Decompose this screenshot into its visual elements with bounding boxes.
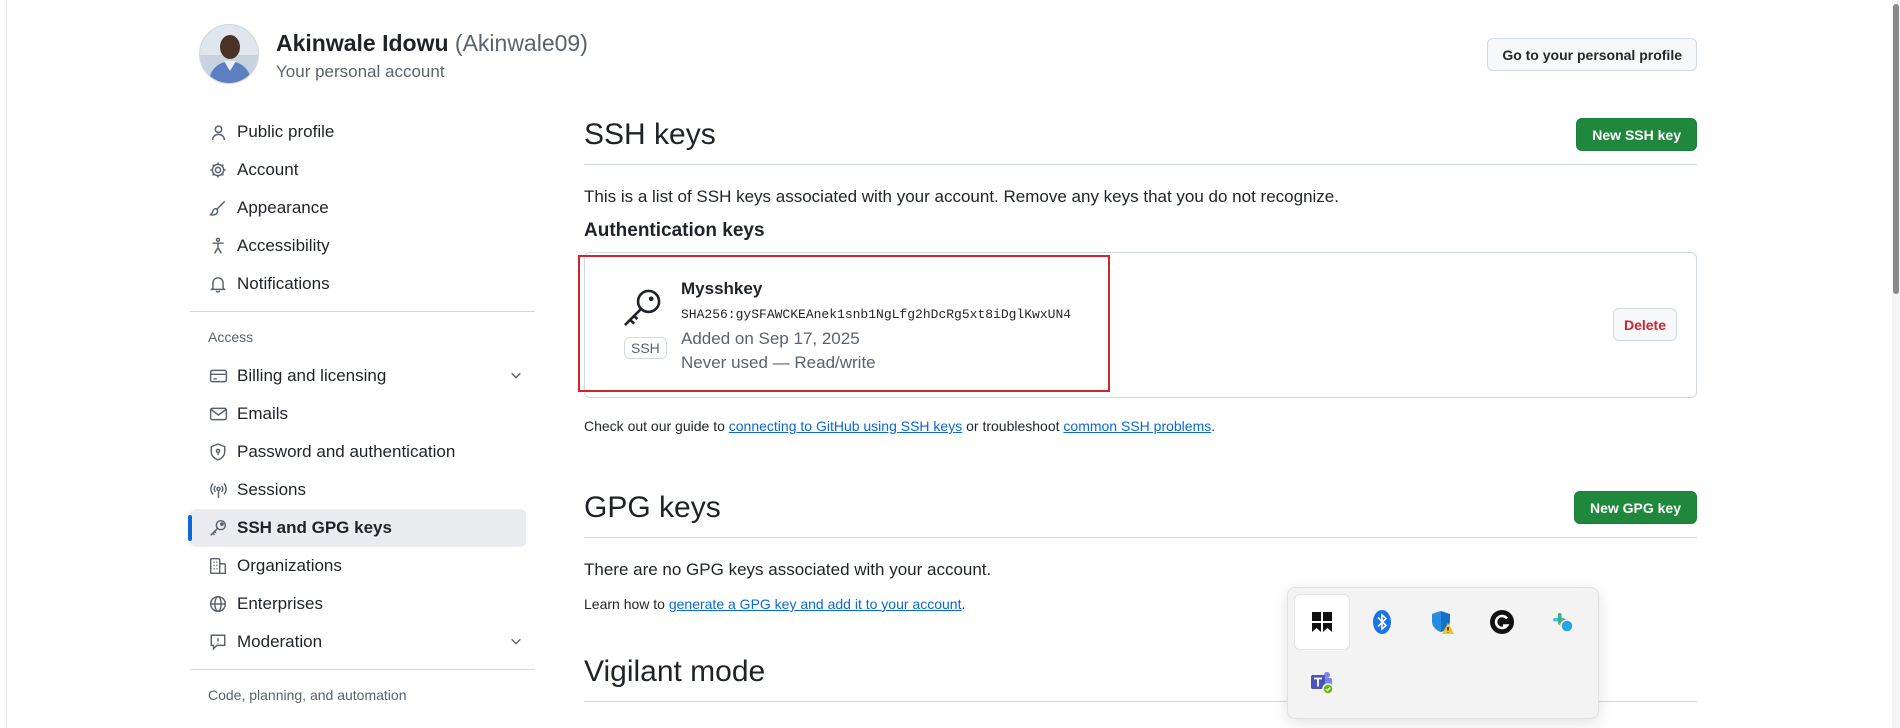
sidebar-item-label: SSH and GPG keys	[237, 518, 392, 537]
bluetooth-icon[interactable]	[1354, 594, 1410, 650]
sidebar-item-sessions[interactable]: Sessions	[190, 471, 535, 509]
globe-icon	[208, 594, 228, 614]
gear-icon	[208, 160, 228, 180]
chevron-down-icon[interactable]	[509, 634, 523, 653]
key-title: Mysshkey	[681, 279, 763, 298]
ssh-key-item: SSH Mysshkey SHA256:gySFAWCKEAnek1snb1Ng…	[578, 252, 1697, 398]
broadcast-icon	[208, 480, 228, 500]
sidebar-item-label: Enterprises	[237, 594, 323, 613]
sidebar-item-accessibility[interactable]: Accessibility	[190, 227, 535, 265]
sidebar-item-billing[interactable]: Billing and licensing	[190, 357, 535, 395]
gpg-keys-header: GPG keys New GPG key	[584, 486, 1697, 538]
credit-card-icon	[208, 366, 228, 386]
avatar[interactable]	[199, 24, 259, 84]
slack-icon[interactable]	[1534, 594, 1590, 650]
vigilant-mode-title: Vigilant mode	[584, 655, 766, 688]
sidebar-item-account[interactable]: Account	[190, 151, 535, 189]
delete-key-button[interactable]: Delete	[1612, 308, 1677, 341]
sidebar-item-label: Sessions	[237, 480, 306, 499]
key-icon	[621, 287, 663, 334]
sidebar-item-organizations[interactable]: Organizations	[190, 547, 535, 585]
sidebar-item-password-auth[interactable]: Password and authentication	[190, 433, 535, 471]
learn-prefix: Learn how to	[584, 596, 669, 612]
ssh-keys-title: SSH keys	[584, 118, 716, 151]
ssh-problems-link[interactable]: common SSH problems	[1063, 418, 1211, 434]
sidebar-item-public-profile[interactable]: Public profile	[190, 113, 535, 151]
user-full-name: Akinwale Idowu	[276, 30, 449, 56]
sidebar-item-notifications[interactable]: Notifications	[190, 265, 535, 303]
ssh-guide-text: Check out our guide to connecting to Git…	[584, 418, 1697, 434]
system-tray-flyout	[1287, 587, 1599, 719]
sidebar-item-emails[interactable]: Emails	[190, 395, 535, 433]
guide-suffix: .	[1211, 418, 1216, 434]
account-header: Akinwale Idowu (Akinwale09) Your persona…	[199, 24, 1697, 86]
guide-prefix: Check out our guide to	[584, 418, 729, 434]
sidebar-section-code: Code, planning, and automation	[208, 687, 407, 703]
generate-gpg-key-link[interactable]: generate a GPG key and add it to your ac…	[669, 596, 962, 612]
sidebar-item-appearance[interactable]: Appearance	[190, 189, 535, 227]
key-icon	[208, 518, 228, 538]
sidebar-item-label: Notifications	[237, 274, 330, 293]
ssh-keys-header: SSH keys New SSH key	[584, 113, 1697, 165]
connecting-ssh-guide-link[interactable]: connecting to GitHub using SSH keys	[729, 418, 962, 434]
sidebar-divider	[190, 311, 535, 312]
bell-icon	[208, 274, 228, 294]
shield-lock-icon	[208, 442, 228, 462]
sidebar-item-moderation[interactable]: Moderation	[190, 623, 535, 661]
go-to-profile-button[interactable]: Go to your personal profile	[1487, 38, 1697, 71]
sidebar-section-access: Access	[208, 329, 254, 345]
person-icon	[208, 122, 228, 142]
key-added-date: Added on Sep 17, 2025	[681, 329, 860, 348]
new-gpg-key-button[interactable]: New GPG key	[1573, 491, 1697, 524]
authentication-keys-heading: Authentication keys	[584, 220, 765, 241]
accessibility-icon	[208, 236, 228, 256]
sidebar-item-label: Emails	[237, 404, 289, 423]
new-ssh-key-button[interactable]: New SSH key	[1576, 118, 1697, 151]
page-scrollbar[interactable]	[1892, 0, 1900, 728]
defender-warning-icon[interactable]	[1414, 594, 1470, 650]
user-display-name: Akinwale Idowu (Akinwale09)	[276, 30, 588, 57]
gpg-keys-title: GPG keys	[584, 491, 721, 524]
account-subtitle: Your personal account	[276, 62, 445, 81]
key-usage: Never used — Read/write	[681, 353, 876, 372]
sidebar-item-label: Public profile	[237, 122, 335, 141]
sidebar-item-label: Account	[237, 160, 299, 179]
chevron-down-icon[interactable]	[509, 368, 523, 387]
paintbrush-icon	[208, 198, 228, 218]
ssh-keys-section: SSH keys New SSH key This is a list of S…	[578, 113, 1697, 434]
ssh-badge: SSH	[624, 337, 667, 359]
sidebar-item-label: Organizations	[237, 556, 342, 575]
settings-sidebar: Public profile Account Appearance Access…	[188, 113, 535, 715]
guide-middle: or troubleshoot	[962, 418, 1064, 434]
sidebar-item-label: Accessibility	[237, 236, 330, 255]
report-icon	[208, 632, 228, 652]
gpg-empty-text: There are no GPG keys associated with yo…	[584, 560, 992, 579]
sidebar-divider	[190, 669, 535, 670]
sidebar-item-ssh-gpg-keys[interactable]: SSH and GPG keys	[188, 509, 526, 547]
user-login: (Akinwale09)	[454, 30, 588, 56]
grammarly-icon[interactable]	[1474, 594, 1530, 650]
sidebar-item-label: Moderation	[237, 632, 323, 651]
sidebar-item-label: Billing and licensing	[237, 366, 387, 385]
key-fingerprint: SHA256:gySFAWCKEAnek1snb1NgLfg2hDcRg5xt8…	[681, 307, 1072, 322]
scrollbar-thumb[interactable]	[1893, 4, 1899, 294]
sidebar-item-label: Appearance	[237, 198, 329, 217]
teams-icon[interactable]	[1294, 654, 1350, 710]
learn-suffix: .	[961, 596, 966, 612]
ssh-description: This is a list of SSH keys associated wi…	[584, 187, 1339, 206]
window-left-edge	[0, 0, 7, 728]
mail-icon	[208, 404, 228, 424]
windows-app-icon[interactable]	[1294, 594, 1350, 650]
sidebar-item-enterprises[interactable]: Enterprises	[190, 585, 535, 623]
sidebar-item-label: Password and authentication	[237, 442, 456, 461]
organization-icon	[208, 556, 228, 576]
